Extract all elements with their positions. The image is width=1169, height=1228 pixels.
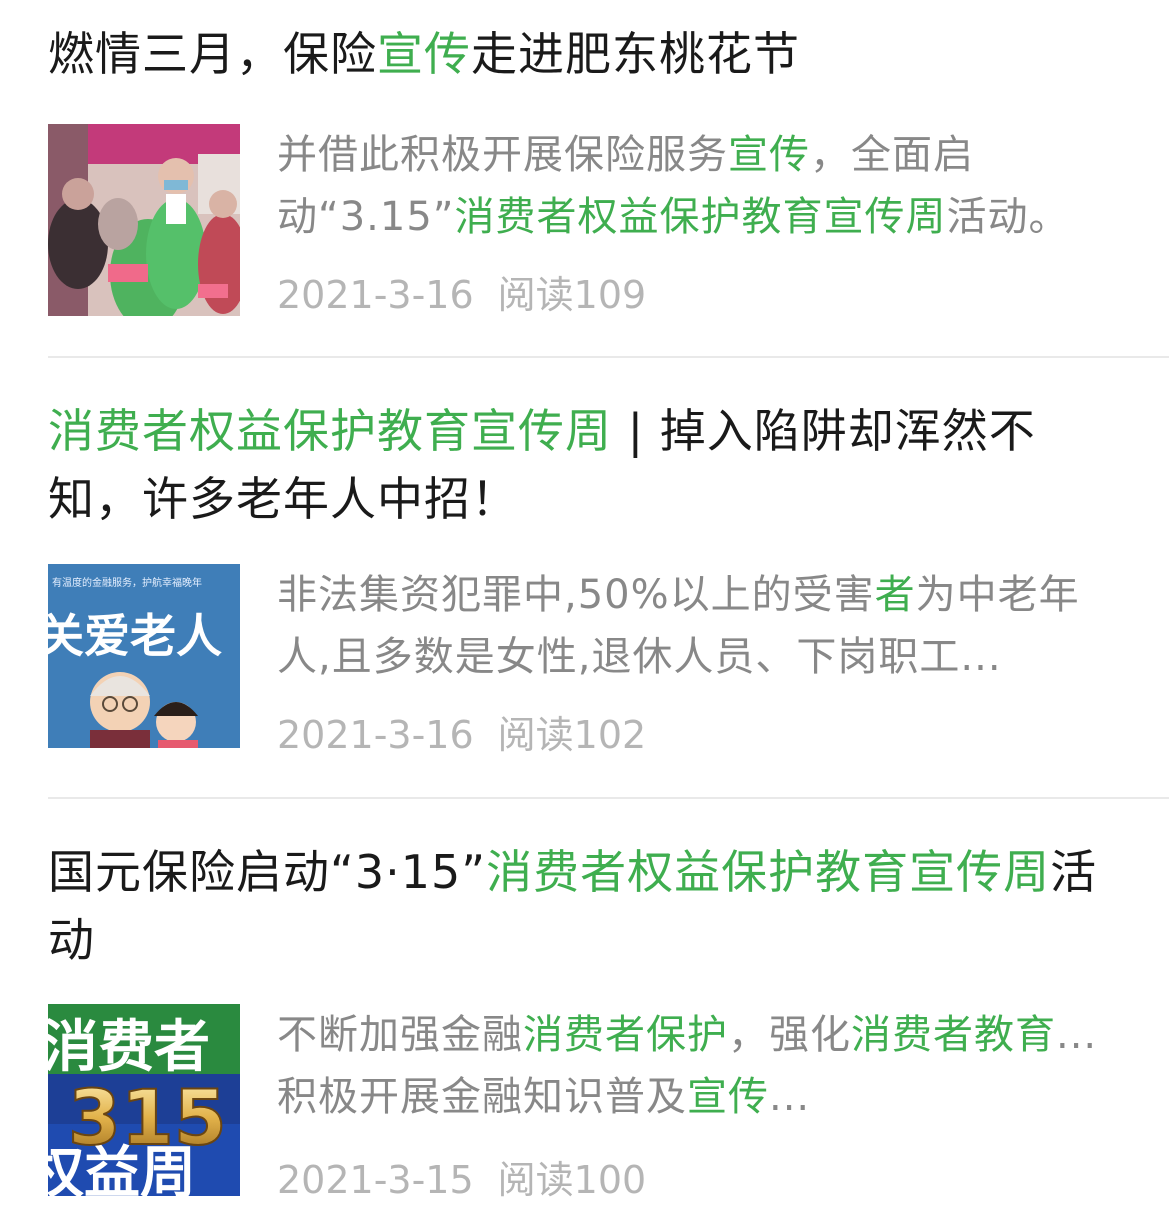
highlighted-keyword: 者 bbox=[874, 572, 916, 618]
text-segment: 非法集资犯罪中,50%以上的受害 bbox=[277, 572, 875, 618]
text-segment: 燃情三月，保险 bbox=[48, 27, 377, 81]
article-thumbnail bbox=[48, 124, 240, 316]
article-item[interactable]: 燃情三月，保险宣传走进肥东桃花节 并借此积极开展保险服务宣传，全面启动“3.15… bbox=[48, 20, 1169, 320]
photo-image bbox=[48, 124, 240, 316]
text-segment: 不断加强金融 bbox=[277, 1012, 523, 1058]
article-title[interactable]: 消费者权益保护教育宣传周 | 掉入陷阱却浑然不知，许多老年人中招！ bbox=[48, 397, 1169, 533]
thumbnail-title-text: 关爱老人 bbox=[48, 609, 222, 663]
text-segment: 走进肥东桃花节 bbox=[471, 27, 800, 81]
text-segment: ... bbox=[769, 1074, 811, 1120]
article-date: 2021-3-16 bbox=[277, 273, 474, 317]
article-item[interactable]: 国元保险启动“3·15”消费者权益保护教育宣传周活动 消费者 权益周 315 不… bbox=[48, 838, 1169, 1208]
poster-image: 消费者 权益周 315 bbox=[48, 1004, 240, 1196]
article-date: 2021-3-15 bbox=[277, 1158, 474, 1202]
text-segment: ，强化 bbox=[728, 1012, 851, 1058]
text-segment: 活动。 bbox=[946, 194, 1070, 240]
highlighted-keyword: 宣传 bbox=[728, 132, 810, 178]
article-summary: 并借此积极开展保险服务宣传，全面启动“3.15”消费者权益保护教育宣传周活动。 bbox=[277, 124, 1119, 248]
text-segment: 并借此积极开展保险服务 bbox=[277, 132, 728, 178]
thumbnail-title-text: 315 bbox=[68, 1073, 227, 1162]
article-title[interactable]: 国元保险启动“3·15”消费者权益保护教育宣传周活动 bbox=[48, 838, 1169, 974]
text-segment: 国元保险启动“3·15” bbox=[48, 845, 487, 899]
article-item[interactable]: 消费者权益保护教育宣传周 | 掉入陷阱却浑然不知，许多老年人中招！ 有温度的金融… bbox=[48, 397, 1169, 767]
thumbnail-small-text: 有温度的金融服务，护航幸福晚年 bbox=[52, 576, 202, 589]
article-meta: 2021-3-16 阅读102 bbox=[277, 704, 646, 759]
article-thumbnail: 有温度的金融服务，护航幸福晚年 关爱老人 bbox=[48, 564, 240, 756]
article-thumbnail: 消费者 权益周 315 bbox=[48, 1004, 240, 1196]
highlighted-keyword: 消费者教育 bbox=[851, 1012, 1056, 1058]
highlighted-keyword: 消费者权益保护教育宣传周 bbox=[454, 194, 947, 240]
highlighted-keyword: 消费者权益保护教育宣传周 bbox=[48, 404, 612, 458]
divider bbox=[48, 797, 1169, 799]
highlighted-keyword: 宣传 bbox=[377, 27, 471, 81]
article-meta: 2021-3-16 阅读109 bbox=[277, 264, 646, 319]
article-meta: 2021-3-15 阅读100 bbox=[277, 1149, 646, 1204]
article-date: 2021-3-16 bbox=[277, 713, 474, 757]
article-summary: 不断加强金融消费者保护，强化消费者教育...积极开展金融知识普及宣传... bbox=[277, 1004, 1119, 1128]
highlighted-keyword: 消费者权益保护教育宣传周 bbox=[486, 845, 1051, 899]
article-read-count: 阅读102 bbox=[497, 713, 647, 757]
highlighted-keyword: 消费者保护 bbox=[523, 1012, 728, 1058]
cartoon-image: 有温度的金融服务，护航幸福晚年 关爱老人 bbox=[48, 564, 240, 748]
svg-text:消费者: 消费者 bbox=[48, 1015, 210, 1080]
article-title[interactable]: 燃情三月，保险宣传走进肥东桃花节 bbox=[48, 20, 1169, 88]
highlighted-keyword: 宣传 bbox=[687, 1074, 769, 1120]
article-read-count: 阅读109 bbox=[497, 273, 647, 317]
article-read-count: 阅读100 bbox=[497, 1158, 647, 1202]
article-summary: 非法集资犯罪中,50%以上的受害者为中老年人,且多数是女性,退休人员、下岗职工.… bbox=[277, 564, 1119, 688]
divider bbox=[48, 356, 1169, 358]
